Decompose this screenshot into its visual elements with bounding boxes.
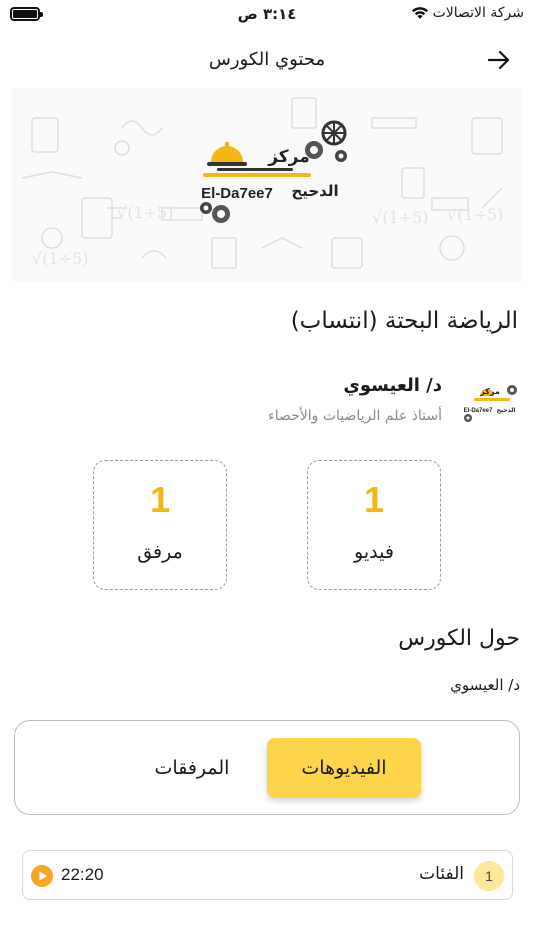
page-title: محتوي الكورس bbox=[208, 49, 326, 70]
svg-text:الدحيح: الدحيح bbox=[497, 407, 516, 414]
content-tabs: الفيديوهات المرفقات bbox=[14, 720, 520, 815]
attachments-count: 1 bbox=[149, 479, 171, 520]
svg-text:مركز: مركز bbox=[479, 387, 500, 396]
course-title: الرياضة البحتة (انتساب) bbox=[290, 308, 518, 334]
svg-text:√(1÷5): √(1÷5) bbox=[447, 205, 503, 224]
svg-text:El-Da7ee7: El-Da7ee7 bbox=[464, 408, 493, 414]
status-bar: ٣:١٤ ص شركة الاتصالات bbox=[0, 0, 534, 28]
course-banner: √(1÷5) √(1÷5) √(1÷5) √(1÷5) مركز الدحيح … bbox=[12, 88, 522, 282]
logo-latin: El-Da7ee7 bbox=[201, 185, 273, 202]
svg-text:√(1÷5): √(1÷5) bbox=[32, 249, 88, 268]
tab-videos[interactable]: الفيديوهات bbox=[267, 738, 421, 798]
carrier-name: شركة الاتصالات bbox=[432, 5, 524, 21]
avatar: مركز الدحيح El-Da7ee7 bbox=[464, 385, 517, 422]
svg-text:√(1÷5): √(1÷5) bbox=[117, 203, 173, 222]
videos-count-label: فيديو bbox=[354, 541, 394, 563]
list-item[interactable]: 1 الفئات 22:20 bbox=[22, 850, 513, 900]
teacher-subtitle: أستاذ علم الرياضيات والأحصاء bbox=[268, 408, 442, 424]
play-icon[interactable] bbox=[31, 865, 53, 887]
videos-count: 1 bbox=[363, 479, 385, 520]
wifi-icon bbox=[412, 7, 428, 19]
about-text: د/ العيسوي bbox=[450, 676, 520, 694]
video-title: الفئات bbox=[419, 864, 464, 884]
center-logo: مركز الدحيح El-Da7ee7 bbox=[200, 120, 347, 223]
teacher-card[interactable]: مركز الدحيح El-Da7ee7 د/ العيسوي أستاذ ع… bbox=[12, 372, 522, 432]
gear-icon bbox=[200, 120, 347, 223]
tab-attachments[interactable]: المرفقات bbox=[127, 738, 257, 798]
about-title: حول الكورس bbox=[398, 626, 520, 651]
attachments-count-label: مرفق bbox=[137, 541, 183, 563]
videos-count-card: 1 فيديو bbox=[307, 460, 441, 590]
logo-arabic-bottom: الدحيح bbox=[291, 182, 338, 200]
arrow-right-icon bbox=[487, 50, 510, 70]
header: محتوي الكورس bbox=[0, 40, 534, 80]
attachments-count-card: 1 مرفق bbox=[93, 460, 227, 590]
video-index-badge: 1 bbox=[474, 861, 504, 891]
back-button[interactable] bbox=[484, 46, 514, 74]
video-duration: 22:20 bbox=[61, 865, 104, 884]
logo-arabic-top: مركز bbox=[267, 147, 310, 167]
teacher-name: د/ العيسوي bbox=[343, 375, 442, 396]
